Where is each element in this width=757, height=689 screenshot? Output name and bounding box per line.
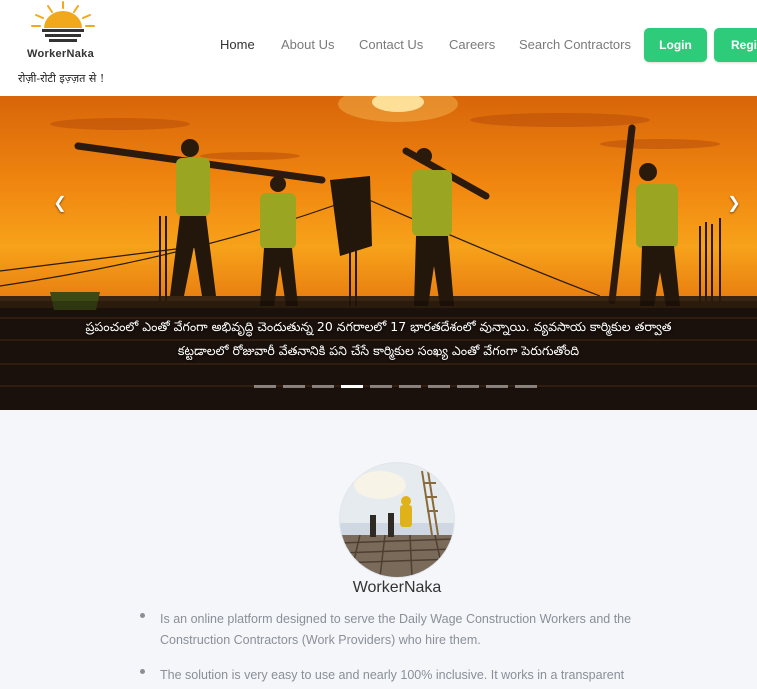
chevron-right-icon: ❯: [727, 195, 741, 212]
about-point-text: Is an online platform designed to serve …: [160, 612, 632, 647]
about-image: [340, 463, 454, 577]
carousel-indicator[interactable]: [312, 385, 334, 388]
logo-tagline: रोज़ी-रोटी इज़्ज़त से !: [18, 72, 105, 85]
hero-carousel: ❮ ❯ ప్రపంచంలో ఎంతో వేగంగా అభివృద్ధి చెంద…: [0, 96, 757, 410]
chevron-left-icon: ❮: [53, 195, 67, 212]
hero-caption: ప్రపంచంలో ఎంతో వేగంగా అభివృద్ధి చెందుతున…: [85, 319, 672, 358]
nav-search-contractors[interactable]: Search Contractors: [519, 37, 631, 52]
carousel-indicator[interactable]: [399, 385, 421, 388]
nav-careers[interactable]: Careers: [449, 37, 495, 52]
bullet-icon: [140, 613, 145, 618]
nav-home[interactable]: Home: [220, 37, 255, 52]
carousel-indicator[interactable]: [283, 385, 305, 388]
about-title: WorkerNaka: [352, 579, 442, 596]
carousel-indicator[interactable]: [370, 385, 392, 388]
carousel-prev-button[interactable]: ❮: [48, 192, 72, 216]
about-section: WorkerNaka Is an online platform designe…: [0, 410, 757, 689]
carousel-indicators: [254, 385, 544, 388]
site-header: WorkerNaka रोज़ी-रोटी इज़्ज़त से ! Home …: [0, 0, 757, 96]
bullet-icon: [140, 669, 145, 674]
carousel-indicator[interactable]: [515, 385, 537, 388]
login-button[interactable]: Login: [644, 28, 707, 62]
carousel-indicator[interactable]: [457, 385, 479, 388]
carousel-indicator[interactable]: [428, 385, 450, 388]
register-button[interactable]: Regis: [714, 28, 757, 62]
carousel-indicator[interactable]: [486, 385, 508, 388]
carousel-indicator-active[interactable]: [341, 385, 363, 388]
nav-about-us[interactable]: About Us: [281, 37, 334, 52]
construction-photo-icon: [340, 463, 454, 577]
carousel-indicator[interactable]: [254, 385, 276, 388]
about-point-text: The solution is very easy to use and nea…: [160, 668, 625, 682]
carousel-next-button[interactable]: ❯: [722, 192, 746, 216]
nav-contact-us[interactable]: Contact Us: [359, 37, 423, 52]
